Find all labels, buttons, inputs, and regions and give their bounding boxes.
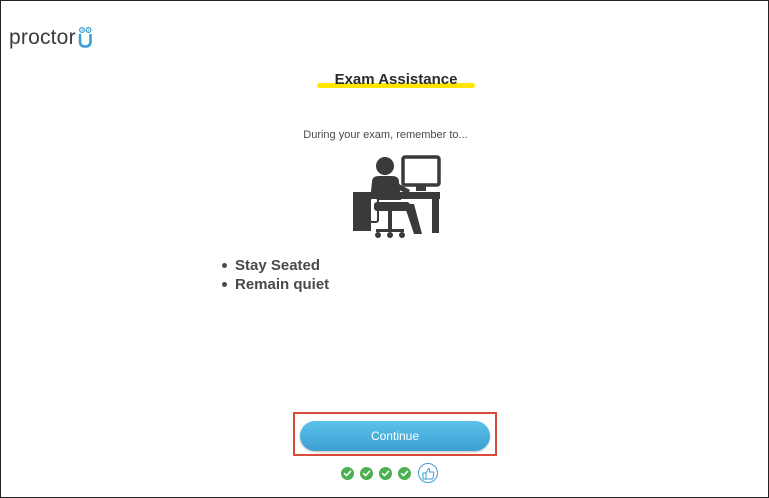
logo-u-owl-icon xyxy=(77,26,94,48)
bullet-icon xyxy=(222,263,227,268)
logo-text: proctor xyxy=(9,26,76,49)
list-item: Remain quiet xyxy=(219,275,329,294)
step-complete-check-icon xyxy=(360,466,373,480)
page-subtitle: During your exam, remember to... xyxy=(303,129,468,141)
person-at-desk-icon xyxy=(348,154,443,244)
step-complete-check-icon xyxy=(379,466,392,480)
thumbs-up-icon xyxy=(418,463,438,483)
exam-rules-list: Stay Seated Remain quiet xyxy=(219,256,329,294)
rule-text: Remain quiet xyxy=(235,276,330,293)
proctoru-logo: proctor xyxy=(9,26,94,48)
rule-text: Stay Seated xyxy=(235,257,321,274)
progress-steps xyxy=(341,463,438,483)
list-item: Stay Seated xyxy=(219,256,329,275)
step-complete-check-icon xyxy=(398,466,411,480)
page-title-block: Exam Assistance xyxy=(317,71,475,91)
app-window: proctor Exam Assistance During your exam… xyxy=(0,0,769,498)
continue-button[interactable]: Continue xyxy=(300,421,490,451)
step-complete-check-icon xyxy=(341,466,354,480)
page-title: Exam Assistance xyxy=(334,71,458,88)
bullet-icon xyxy=(222,282,227,287)
